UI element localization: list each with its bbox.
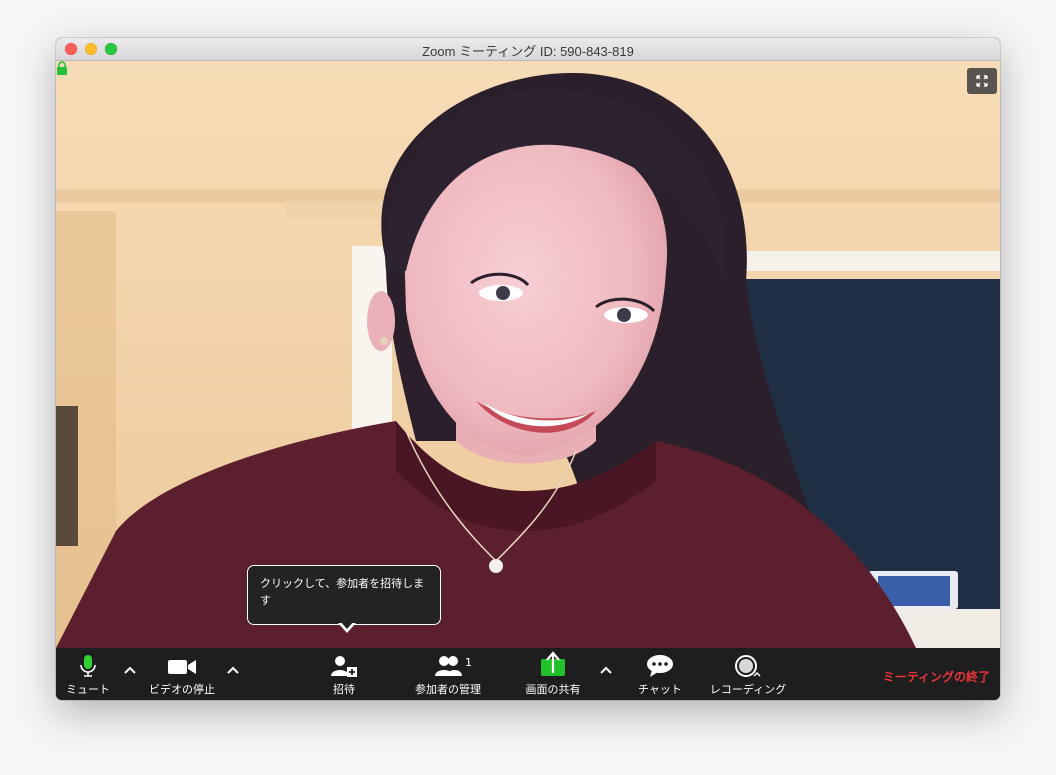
zoom-meeting-window: Zoom ミーティング ID: 590-843-819 クリックして、参加者を招… <box>56 38 1000 700</box>
share-screen-button[interactable]: 画面の共有 <box>521 648 585 700</box>
record-icon <box>735 655 761 677</box>
chat-button[interactable]: チャット <box>634 648 686 700</box>
share-screen-icon <box>541 651 565 676</box>
share-label: 画面の共有 <box>525 683 581 696</box>
fullscreen-icon <box>976 75 988 87</box>
video-feed <box>56 61 1000 648</box>
title-bar[interactable]: Zoom ミーティング ID: 590-843-819 <box>56 38 1000 61</box>
lock-icon <box>57 61 67 75</box>
mute-button[interactable]: ミュート <box>61 648 115 700</box>
invite-button[interactable]: 招待 <box>322 648 366 700</box>
mute-label: ミュート <box>66 683 110 696</box>
video-options-chevron-up-icon[interactable] <box>226 664 240 676</box>
stop-video-button[interactable]: ビデオの停止 <box>142 648 222 700</box>
participants-label: 参加者の管理 <box>415 683 481 696</box>
invite-label: 招待 <box>333 683 355 696</box>
chat-bubble-icon <box>647 655 673 677</box>
fullscreen-button[interactable] <box>967 68 997 94</box>
end-meeting-button[interactable]: ミーティングの終了 <box>883 668 990 685</box>
manage-participants-button[interactable]: 参加者の管理 <box>406 648 490 700</box>
participant-video-image <box>56 61 1000 648</box>
audio-options-chevron-up-icon[interactable] <box>123 664 137 676</box>
chat-label: チャット <box>638 683 682 696</box>
tooltip-arrow <box>338 621 356 633</box>
record-button[interactable]: レコーディング <box>706 648 790 700</box>
participants-count: 1 <box>465 656 472 669</box>
record-label: レコーディング <box>709 683 787 696</box>
meeting-toolbar: ミュート ビデオの停止 招待 参加者の管理 1 画面の共有 チャット レコーディ… <box>56 648 1000 700</box>
invite-tooltip: クリックして、参加者を招待します <box>247 565 441 625</box>
share-options-chevron-up-icon[interactable] <box>599 664 613 676</box>
add-user-icon <box>331 656 357 677</box>
video-label: ビデオの停止 <box>149 683 215 696</box>
microphone-icon <box>80 655 96 677</box>
video-camera-icon <box>168 660 196 674</box>
participants-icon <box>435 656 462 676</box>
window-title: Zoom ミーティング ID: 590-843-819 <box>422 44 634 59</box>
